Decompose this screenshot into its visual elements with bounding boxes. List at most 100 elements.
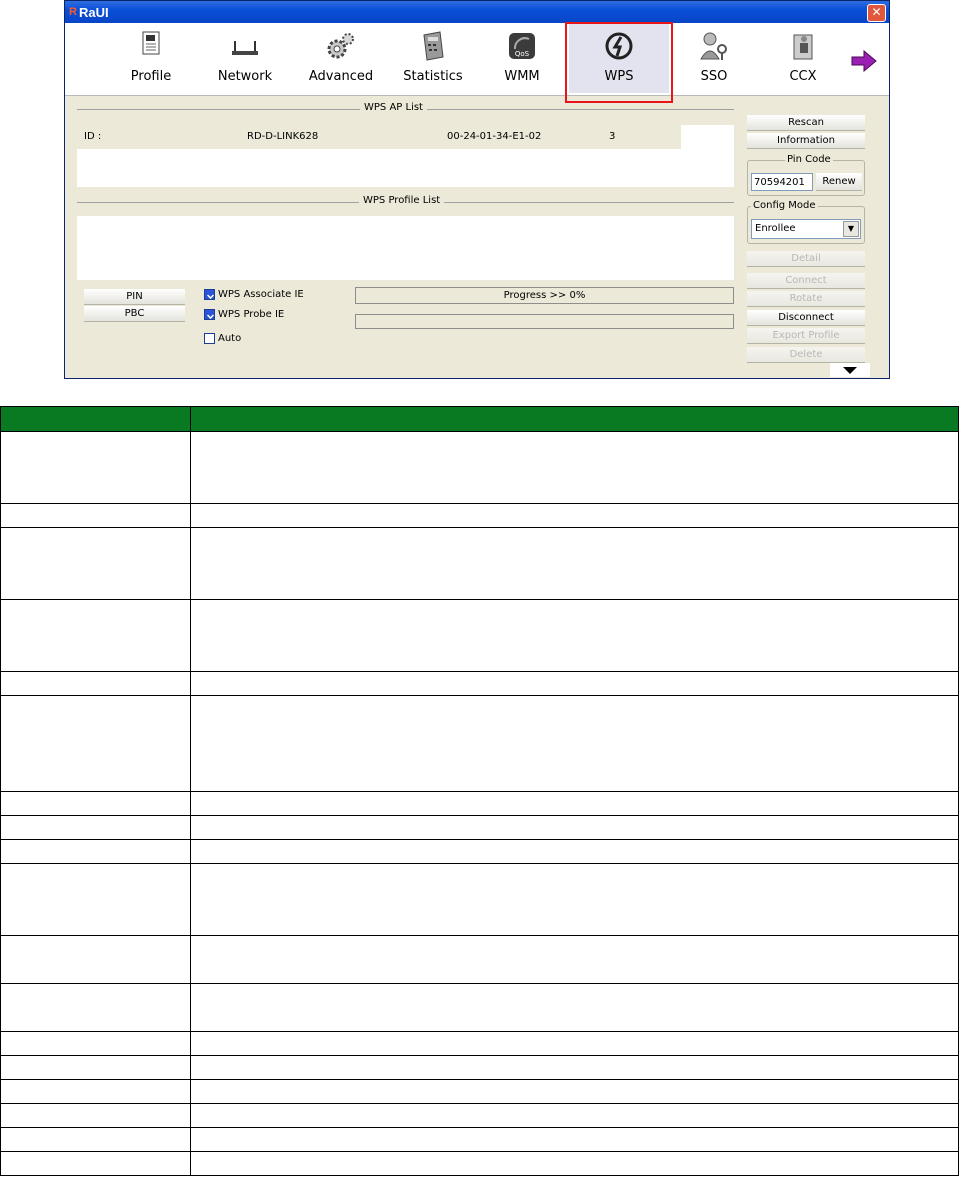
table-cell <box>190 1151 959 1176</box>
tab-sso[interactable]: SSO <box>690 23 738 93</box>
table-row <box>0 503 959 528</box>
table-row <box>0 791 959 816</box>
table-row <box>0 527 959 600</box>
tab-profile-label: Profile <box>130 69 172 84</box>
table-row <box>0 815 959 840</box>
pin-code-field[interactable]: 70594201 <box>751 173 813 191</box>
rescan-button[interactable]: Rescan <box>747 115 865 131</box>
table-cell <box>190 1079 959 1104</box>
sso-icon <box>700 32 727 60</box>
table-row <box>0 863 959 936</box>
table-cell <box>190 791 959 816</box>
table-row <box>0 983 959 1032</box>
table-cell <box>190 695 959 792</box>
wps-associate-ie-label: WPS Associate IE <box>218 289 304 300</box>
tab-network-label: Network <box>217 69 273 84</box>
wps-associate-ie-checkbox[interactable]: WPS Associate IE <box>204 289 304 300</box>
tab-profile[interactable]: Profile <box>121 23 181 93</box>
checkbox-box <box>204 309 215 320</box>
table-row <box>0 1031 959 1056</box>
tab-wmm[interactable]: QoS WMM <box>498 23 546 93</box>
config-mode-select[interactable]: Enrollee ▼ <box>751 219 861 239</box>
next-arrow-icon[interactable] <box>850 50 878 72</box>
table-cell <box>0 983 191 1032</box>
table-row <box>0 1055 959 1080</box>
information-button[interactable]: Information <box>747 133 865 149</box>
progress-bar: Progress >> 0% <box>355 287 734 304</box>
toolbar: Profile Network Advanced Statistics QoS … <box>65 22 889 103</box>
checkbox-box <box>204 289 215 300</box>
network-icon <box>232 41 258 55</box>
table-cell <box>0 1103 191 1128</box>
table-row <box>0 839 959 864</box>
tab-ccx[interactable]: CCX <box>775 23 831 93</box>
checkbox-box <box>204 333 215 344</box>
wps-ap-list[interactable]: ID : RD-D-LINK628 00-24-01-34-E1-02 3 <box>77 125 734 187</box>
close-button[interactable]: ✕ <box>867 4 886 22</box>
table-header-cell <box>0 406 191 432</box>
table-cell <box>0 791 191 816</box>
table-row <box>0 1103 959 1128</box>
statistics-icon <box>423 31 444 61</box>
table-cell <box>0 1031 191 1056</box>
renew-button[interactable]: Renew <box>816 173 862 191</box>
table-cell <box>0 431 191 504</box>
ccx-icon <box>793 34 813 60</box>
table-cell <box>190 503 959 528</box>
ap-ssid: RD-D-LINK628 <box>247 131 319 142</box>
rotate-button[interactable]: Rotate <box>747 291 865 307</box>
ap-list-row[interactable]: ID : RD-D-LINK628 00-24-01-34-E1-02 3 <box>77 125 681 149</box>
table-cell <box>0 527 191 600</box>
wps-profile-list[interactable] <box>77 216 734 280</box>
table-cell <box>190 839 959 864</box>
description-table <box>0 406 959 1176</box>
wps-ap-list-label: WPS AP List <box>360 102 427 113</box>
scroll-down-arrow-icon[interactable] <box>830 363 870 377</box>
connect-button[interactable]: Connect <box>747 273 865 289</box>
table-cell <box>0 1151 191 1176</box>
profile-icon <box>142 31 160 55</box>
title-bar: R RaUI ✕ <box>65 1 889 23</box>
tab-advanced[interactable]: Advanced <box>303 23 379 93</box>
auto-label: Auto <box>218 333 242 344</box>
pin-button[interactable]: PIN <box>84 289 185 305</box>
table-cell <box>0 599 191 672</box>
table-cell <box>0 935 191 984</box>
table-cell <box>0 863 191 936</box>
wps-probe-ie-checkbox[interactable]: WPS Probe IE <box>204 309 284 320</box>
table-cell <box>190 431 959 504</box>
table-row <box>0 935 959 984</box>
table-cell <box>0 695 191 792</box>
table-row <box>0 1127 959 1152</box>
pbc-button[interactable]: PBC <box>84 306 185 322</box>
table-cell <box>190 815 959 840</box>
tab-ccx-label: CCX <box>789 69 817 84</box>
table-cell <box>190 599 959 672</box>
detail-button[interactable]: Detail <box>747 251 865 267</box>
table-cell <box>190 935 959 984</box>
ap-channel: 3 <box>609 131 616 142</box>
table-cell <box>190 1055 959 1080</box>
table-cell <box>0 671 191 696</box>
table-cell <box>190 863 959 936</box>
table-row <box>0 671 959 696</box>
wps-profile-list-label: WPS Profile List <box>359 195 445 206</box>
tab-network[interactable]: Network <box>210 23 280 93</box>
ap-id-label: ID : <box>84 131 102 142</box>
table-cell <box>0 839 191 864</box>
tab-statistics[interactable]: Statistics <box>398 23 468 93</box>
table-cell <box>0 1079 191 1104</box>
tab-sso-label: SSO <box>700 69 728 84</box>
delete-button[interactable]: Delete <box>747 347 865 363</box>
wps-window: R RaUI ✕ Profile Network Advanced Statis… <box>64 0 890 379</box>
auto-checkbox[interactable]: Auto <box>204 333 241 344</box>
advanced-icon <box>327 33 354 59</box>
disconnect-button[interactable]: Disconnect <box>747 310 865 326</box>
table-cell <box>190 1127 959 1152</box>
chevron-down-icon[interactable]: ▼ <box>843 221 859 237</box>
table-row <box>0 599 959 672</box>
tab-advanced-label: Advanced <box>308 69 374 84</box>
table-cell <box>0 1127 191 1152</box>
export-profile-button[interactable]: Export Profile <box>747 328 865 344</box>
window-title: RaUI <box>78 4 109 20</box>
